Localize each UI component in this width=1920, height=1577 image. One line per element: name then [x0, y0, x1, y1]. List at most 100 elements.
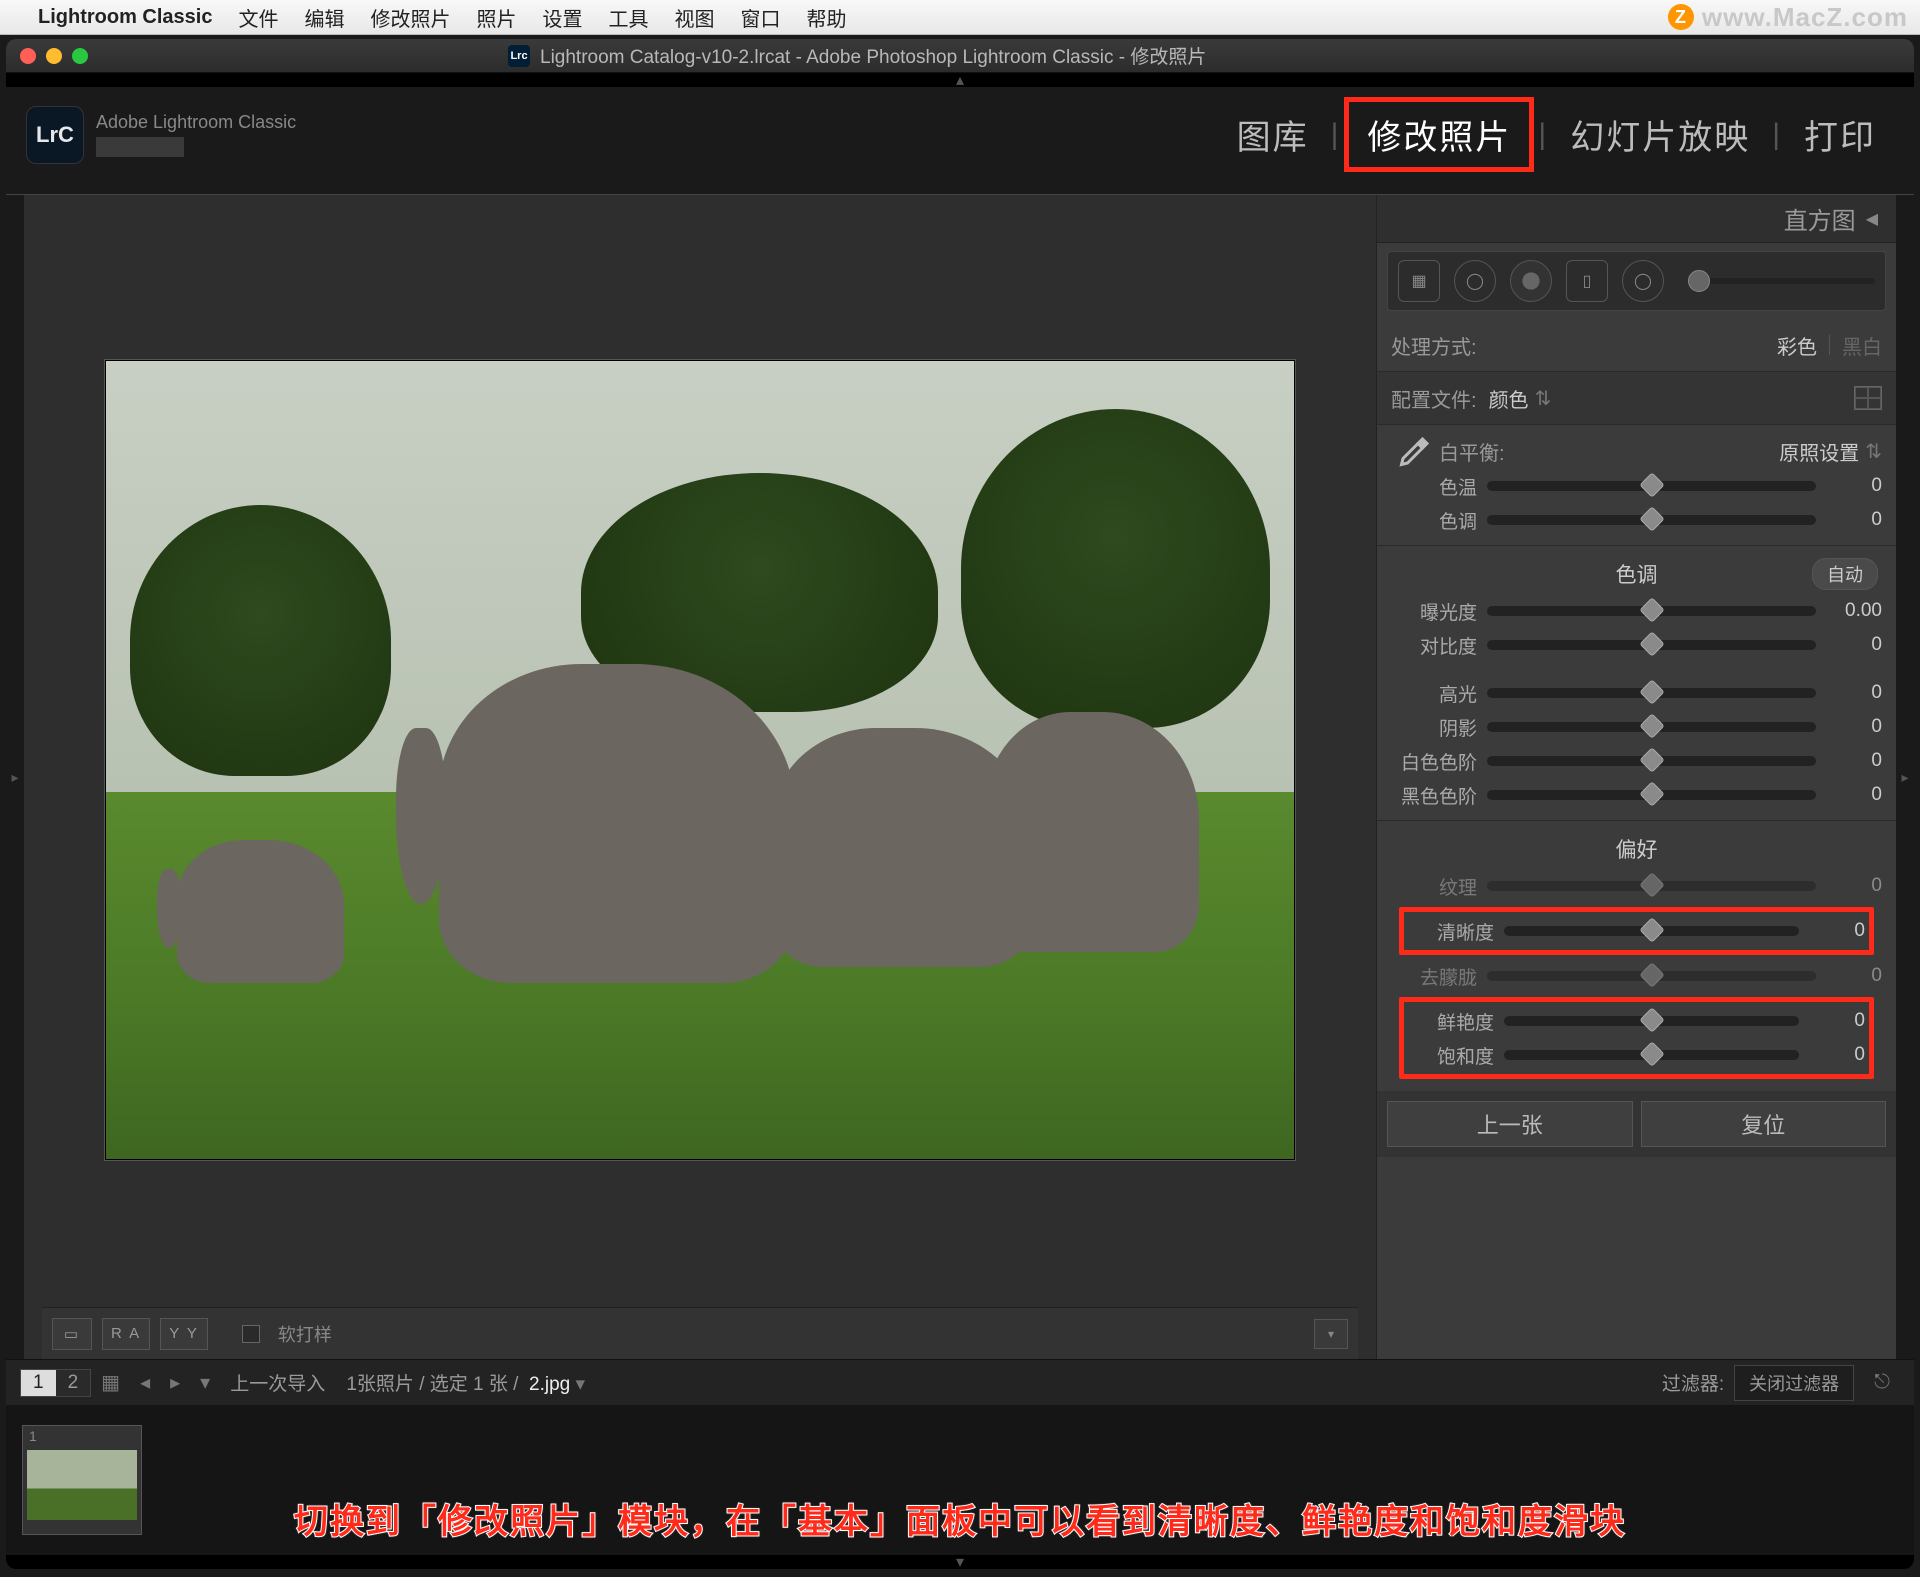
main-area: ▸ ▭ R A Y Y: [6, 194, 1914, 1359]
graduated-filter-tool-icon[interactable]: ▯: [1566, 260, 1608, 302]
presence-title: 偏好: [1616, 834, 1658, 864]
white-balance-section: 白平衡: 原照设置 ⇅ 色温 0 色调 0: [1377, 425, 1896, 546]
toolbar-options-dropdown[interactable]: ▾: [1314, 1319, 1348, 1349]
watermark-text: www.MacZ.com: [1702, 2, 1908, 33]
texture-slider[interactable]: 纹理 0: [1391, 869, 1882, 903]
menubar-app-name[interactable]: Lightroom Classic: [38, 6, 212, 29]
wb-preset[interactable]: 原照设置: [1779, 437, 1859, 466]
develop-toolbar: ▭ R A Y Y 软打样 ▾: [42, 1307, 1358, 1359]
wb-label: 白平衡:: [1439, 437, 1505, 466]
chevron-updown-icon[interactable]: ⇅: [1865, 439, 1882, 464]
develop-right-panel: 直方图 ◀ ▦ ◯ ▯ ◯ 处理方式: 彩色 黑白: [1376, 195, 1896, 1359]
tone-title: 色调: [1616, 559, 1658, 589]
breadcrumb[interactable]: 上一次导入 1张照片 / 选定 1 张 / 2.jpg ▾: [230, 1369, 585, 1396]
previous-button[interactable]: 上一张: [1387, 1101, 1633, 1147]
zoom-icon[interactable]: [72, 48, 88, 64]
traffic-lights: [20, 48, 88, 64]
whites-slider[interactable]: 白色色阶 0: [1391, 744, 1882, 778]
close-icon[interactable]: [20, 48, 36, 64]
module-slideshow[interactable]: 幻灯片放映: [1552, 102, 1768, 167]
menu-edit[interactable]: 编辑: [304, 3, 344, 32]
soft-proof-label: 软打样: [278, 1321, 332, 1347]
dehaze-slider[interactable]: 去朦胧 0: [1391, 959, 1882, 993]
monitor-2[interactable]: 2: [56, 1370, 91, 1396]
tool-strip: ▦ ◯ ▯ ◯: [1387, 251, 1886, 311]
identity-plate-placeholder: [96, 137, 184, 157]
menu-view[interactable]: 视图: [674, 3, 714, 32]
profile-value[interactable]: 颜色: [1489, 384, 1529, 413]
lrc-badge-icon: LrC: [26, 106, 84, 164]
clarity-slider[interactable]: 清晰度 0: [1408, 914, 1865, 948]
filmstrip[interactable]: 1 切换到「修改照片」模块，在「基本」面板中可以看到清晰度、鲜艳度和饱和度滑块: [6, 1405, 1914, 1555]
loupe-view-icon[interactable]: ▭: [52, 1318, 92, 1350]
app-window: Lrc Lightroom Catalog-v10-2.lrcat - Adob…: [6, 39, 1914, 1569]
spot-removal-tool-icon[interactable]: ◯: [1454, 260, 1496, 302]
menu-settings[interactable]: 设置: [542, 3, 582, 32]
menu-window[interactable]: 窗口: [740, 3, 780, 32]
module-develop[interactable]: 修改照片: [1344, 97, 1534, 172]
wb-eyedropper-icon[interactable]: [1391, 427, 1439, 475]
top-panel-toggle-icon[interactable]: ▴: [6, 73, 1914, 87]
soft-proof-checkbox[interactable]: [242, 1325, 260, 1343]
filmstrip-header: 1 2 ▦ ◂ ▸ ▾ 上一次导入 1张照片 / 选定 1 张 / 2.jpg …: [6, 1359, 1914, 1405]
panel-footer-buttons: 上一张 复位: [1377, 1091, 1896, 1157]
chevron-updown-icon[interactable]: ⇅: [1535, 386, 1552, 411]
treatment-color[interactable]: 彩色: [1777, 331, 1817, 360]
module-library[interactable]: 图库: [1219, 102, 1327, 167]
histogram-header[interactable]: 直方图 ◀: [1377, 195, 1896, 243]
thumb-number: 1: [29, 1428, 37, 1444]
grid-view-icon[interactable]: ▦: [101, 1370, 120, 1395]
nav-menu-icon[interactable]: ▾: [200, 1370, 210, 1395]
watermark: Z www.MacZ.com: [1668, 2, 1908, 33]
contrast-slider[interactable]: 对比度 0: [1391, 628, 1882, 662]
tutorial-annotation: 切换到「修改照片」模块，在「基本」面板中可以看到清晰度、鲜艳度和饱和度滑块: [46, 1494, 1874, 1543]
nav-prev-icon[interactable]: ◂: [140, 1370, 150, 1395]
exposure-slider[interactable]: 曝光度 0.00: [1391, 594, 1882, 628]
vibrance-saturation-highlight: 鲜艳度 0 饱和度 0: [1399, 997, 1874, 1079]
window-titlebar: Lrc Lightroom Catalog-v10-2.lrcat - Adob…: [6, 39, 1914, 73]
crop-tool-icon[interactable]: ▦: [1398, 260, 1440, 302]
image-canvas[interactable]: [42, 213, 1358, 1307]
module-picker: 图库 | 修改照片 | 幻灯片放映 | 打印: [1219, 97, 1894, 172]
nav-next-icon[interactable]: ▸: [170, 1370, 180, 1395]
bottom-panel-toggle-icon[interactable]: ▾: [6, 1555, 1914, 1569]
presence-section: 偏好 纹理 0 清晰度 0 去朦胧 0: [1377, 821, 1896, 1091]
brush-size-slider[interactable]: [1688, 278, 1875, 284]
photo-preview: [105, 360, 1295, 1160]
before-after-ra-button[interactable]: R A: [102, 1318, 150, 1350]
radial-filter-tool-icon[interactable]: ◯: [1622, 260, 1664, 302]
reset-button[interactable]: 复位: [1641, 1101, 1887, 1147]
treatment-section: 处理方式: 彩色 黑白: [1377, 319, 1896, 372]
saturation-slider[interactable]: 饱和度 0: [1408, 1038, 1865, 1072]
filter-lock-icon[interactable]: ⎋: [1874, 1371, 1890, 1394]
left-panel-toggle-icon[interactable]: ▸: [6, 195, 24, 1359]
menu-file[interactable]: 文件: [238, 3, 278, 32]
right-panel-toggle-icon[interactable]: ▸: [1896, 195, 1914, 1359]
monitor-1[interactable]: 1: [21, 1370, 56, 1396]
window-title: Lightroom Catalog-v10-2.lrcat - Adobe Ph…: [540, 42, 1206, 69]
menu-photo[interactable]: 照片: [476, 3, 516, 32]
filter-dropdown[interactable]: 关闭过滤器: [1734, 1365, 1854, 1401]
highlights-slider[interactable]: 高光 0: [1391, 676, 1882, 710]
menu-develop[interactable]: 修改照片: [370, 3, 450, 32]
vibrance-slider[interactable]: 鲜艳度 0: [1408, 1004, 1865, 1038]
redeye-tool-icon[interactable]: [1510, 260, 1552, 302]
menu-tools[interactable]: 工具: [608, 3, 648, 32]
histogram-label: 直方图: [1784, 201, 1856, 236]
brand-label: Adobe Lightroom Classic: [96, 112, 296, 133]
shadows-slider[interactable]: 阴影 0: [1391, 710, 1882, 744]
tint-slider[interactable]: 色调 0: [1391, 503, 1882, 537]
module-print[interactable]: 打印: [1786, 102, 1894, 167]
auto-tone-button[interactable]: 自动: [1812, 558, 1878, 590]
temp-slider[interactable]: 色温 0: [1391, 469, 1882, 503]
mac-menubar: Lightroom Classic 文件 编辑 修改照片 照片 设置 工具 视图…: [0, 0, 1920, 35]
watermark-badge-icon: Z: [1668, 4, 1694, 30]
blacks-slider[interactable]: 黑色色阶 0: [1391, 778, 1882, 812]
monitor-segments: 1 2: [20, 1369, 91, 1397]
menu-help[interactable]: 帮助: [806, 3, 846, 32]
treatment-bw[interactable]: 黑白: [1842, 331, 1882, 360]
clarity-highlight: 清晰度 0: [1399, 907, 1874, 955]
minimize-icon[interactable]: [46, 48, 62, 64]
before-after-yy-button[interactable]: Y Y: [160, 1318, 208, 1350]
profile-browser-icon[interactable]: [1854, 386, 1882, 410]
